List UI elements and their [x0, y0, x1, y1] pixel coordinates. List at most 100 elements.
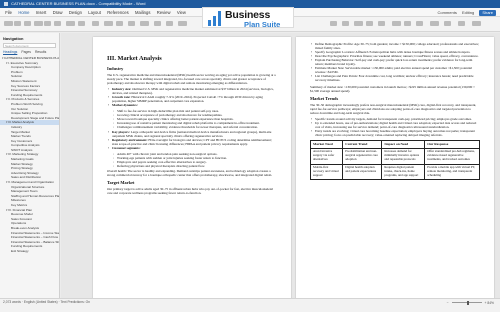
nav-heading-label: Marketing Goals: [11, 157, 34, 162]
bullet-text: Large orthopedic and device firms (natio…: [112, 130, 272, 138]
table-cell: Mobile-first recovery and virtual suppor…: [309, 163, 344, 181]
market-size-summary: Summary of market size: ~130,000 potenti…: [310, 85, 475, 93]
ribbon-icon[interactable]: [54, 21, 61, 26]
ribbon-icon[interactable]: [378, 21, 385, 26]
nav-heading-label: VI. Financial Plan: [8, 207, 33, 212]
market-trends-paragraph: The 30–50 demographic increasingly prefe…: [310, 103, 477, 115]
nav-heading-label: Sales and Distribution: [11, 175, 42, 180]
navigation-heading-list: ▾CATHEDRAL CENTER BUSINESS PLAN ▾I. Execu…: [0, 56, 59, 254]
ribbon-icon[interactable]: [24, 21, 31, 26]
comments-button[interactable]: Comments: [437, 10, 456, 15]
ribbon-icon[interactable]: [104, 21, 113, 26]
nav-heading-label: V. Management and Organization: [8, 180, 54, 185]
menu-tab-review[interactable]: Review: [154, 8, 174, 17]
nav-heading-label: Operations: [11, 221, 27, 226]
table-cell: Digital health adoption and patient expe…: [342, 163, 383, 181]
navigation-pane: Navigation Search document Headings Pages…: [0, 33, 60, 298]
nav-heading-label: Target Market: [11, 129, 30, 134]
nav-heading-label: Sales Forecast: [11, 216, 32, 221]
industry-bullets-2: Key players: Large orthopedic and device…: [107, 130, 277, 150]
ribbon-icon[interactable]: [14, 21, 21, 26]
market-trends-heading: Market Trends: [310, 96, 339, 101]
editing-button[interactable]: Editing: [462, 10, 474, 15]
table-cell: Requires digital patient intake, check-i…: [381, 163, 426, 181]
bullet-item: Customer segments:: [107, 146, 277, 150]
nav-heading-label: Market Strategy: [11, 161, 33, 166]
nav-tab-pages[interactable]: Pages: [21, 50, 31, 54]
zoom-level: 84%: [487, 301, 494, 305]
zoom-control[interactable]: − + 84%: [447, 300, 494, 306]
bullet-lead: Customer segments:: [112, 146, 141, 150]
ribbon-icon[interactable]: [154, 21, 161, 26]
ribbon-icon[interactable]: [444, 21, 451, 26]
overall-health-paragraph: Overall health: The sector is healthy an…: [107, 169, 273, 177]
nav-heading-label: Key Customers: [11, 138, 33, 143]
ribbon-icon[interactable]: [66, 21, 75, 26]
nav-heading-label: Pricing Strategy: [11, 166, 33, 171]
nav-tab-headings[interactable]: Headings: [3, 50, 17, 54]
nav-heading-label: Company Description: [11, 65, 41, 70]
ribbon-icon[interactable]: [140, 21, 149, 26]
zoom-out-icon[interactable]: −: [447, 301, 449, 305]
table-cell: Provide a mobile app with virtual PT, re…: [424, 163, 480, 181]
ribbon-icon[interactable]: [128, 21, 135, 26]
document-canvas[interactable]: III. Market Analysis Industry The U.S. r…: [61, 33, 500, 298]
ribbon-icon[interactable]: [4, 21, 13, 26]
nav-heading-label: Industry: [11, 124, 23, 129]
menu-tab-mailings[interactable]: Mailings: [132, 8, 154, 17]
ribbon-icon[interactable]: [416, 21, 423, 26]
target-market-heading: Target Market: [107, 180, 135, 185]
industry-heading: Industry: [107, 66, 124, 71]
ribbon-icon[interactable]: [366, 21, 373, 26]
ribbon-icon[interactable]: [78, 21, 85, 26]
nav-heading-label: Staffing and Human Resources Plan: [11, 193, 59, 198]
bullet-item: Estimate Market Size: Serviceable market…: [310, 66, 480, 74]
ribbon-icon[interactable]: [354, 21, 363, 26]
bullet-text: Define Demographic Profile: Age 30–75; b…: [315, 42, 479, 50]
zoom-slider[interactable]: [451, 300, 482, 305]
ribbon-icon[interactable]: [472, 21, 481, 26]
table-header-cell: Current Trend: [342, 140, 383, 149]
table-cell: Increases demand for minimally invasive …: [381, 147, 426, 165]
document-page-2[interactable]: Define Demographic Profile: Age 30–75; b…: [296, 37, 494, 298]
business-plan-suite-logo: Business Plan Suite: [202, 7, 294, 29]
ribbon-icon[interactable]: [116, 21, 123, 26]
menu-tab-references[interactable]: References: [104, 8, 132, 17]
nav-tab-results[interactable]: Results: [35, 50, 46, 54]
nav-heading-label: II. Products & Services: [8, 97, 40, 102]
document-page-1[interactable]: III. Market Analysis Industry The U.S. r…: [93, 37, 291, 298]
menu-tab-design[interactable]: Design: [66, 8, 85, 17]
ribbon-icon[interactable]: [166, 21, 173, 26]
ribbon-icon[interactable]: [404, 21, 411, 26]
ribbon-icon[interactable]: [330, 21, 337, 26]
nav-heading-item[interactable]: Exit Strategy: [0, 249, 59, 254]
nav-heading-label: I. Executive Summary: [8, 60, 39, 65]
nav-heading-label: Key Success Factors: [11, 83, 41, 88]
menu-tab-layout[interactable]: Layout: [85, 8, 104, 17]
navigation-search-input[interactable]: Search document: [3, 43, 56, 48]
navigation-tabs: Headings Pages Results: [0, 49, 59, 55]
bullet-item: Regulatory environment: FDA oversight fo…: [107, 138, 277, 146]
ribbon-icon[interactable]: [92, 21, 99, 26]
nav-heading-label: Market Trends: [11, 134, 31, 139]
ribbon-icon[interactable]: [178, 21, 187, 26]
nav-heading-label: Our Solution: [11, 106, 29, 111]
status-bar: 2,073 words · English (United States) · …: [0, 298, 500, 312]
nav-heading-label: Funding Requirements: [11, 244, 43, 249]
table-cell: Offer standardized pre-hab regimens, evi…: [424, 147, 480, 165]
window-title: CATHEDRAL CENTER BUSINESS PLAN.docx - Co…: [11, 1, 146, 6]
menu-tab-view[interactable]: View: [174, 8, 189, 17]
ribbon-icon[interactable]: [458, 21, 465, 26]
zoom-slider-knob[interactable]: [467, 300, 469, 305]
menu-tab-draw[interactable]: Draw: [50, 8, 66, 17]
nav-heading-label: Funding Requirements: [11, 92, 43, 97]
menu-tab-insert[interactable]: Insert: [33, 8, 50, 17]
ribbon-icon[interactable]: [430, 21, 439, 26]
market-dynamics-list: Shift to fee-for-service in high-deducti…: [107, 109, 277, 129]
ribbon-icon[interactable]: [34, 21, 43, 26]
ribbon-icon[interactable]: [44, 21, 51, 26]
share-button[interactable]: Share: [479, 10, 496, 16]
ribbon-icon[interactable]: [342, 21, 349, 26]
menu-tab-file[interactable]: File: [2, 8, 15, 17]
ribbon-icon[interactable]: [392, 21, 401, 26]
